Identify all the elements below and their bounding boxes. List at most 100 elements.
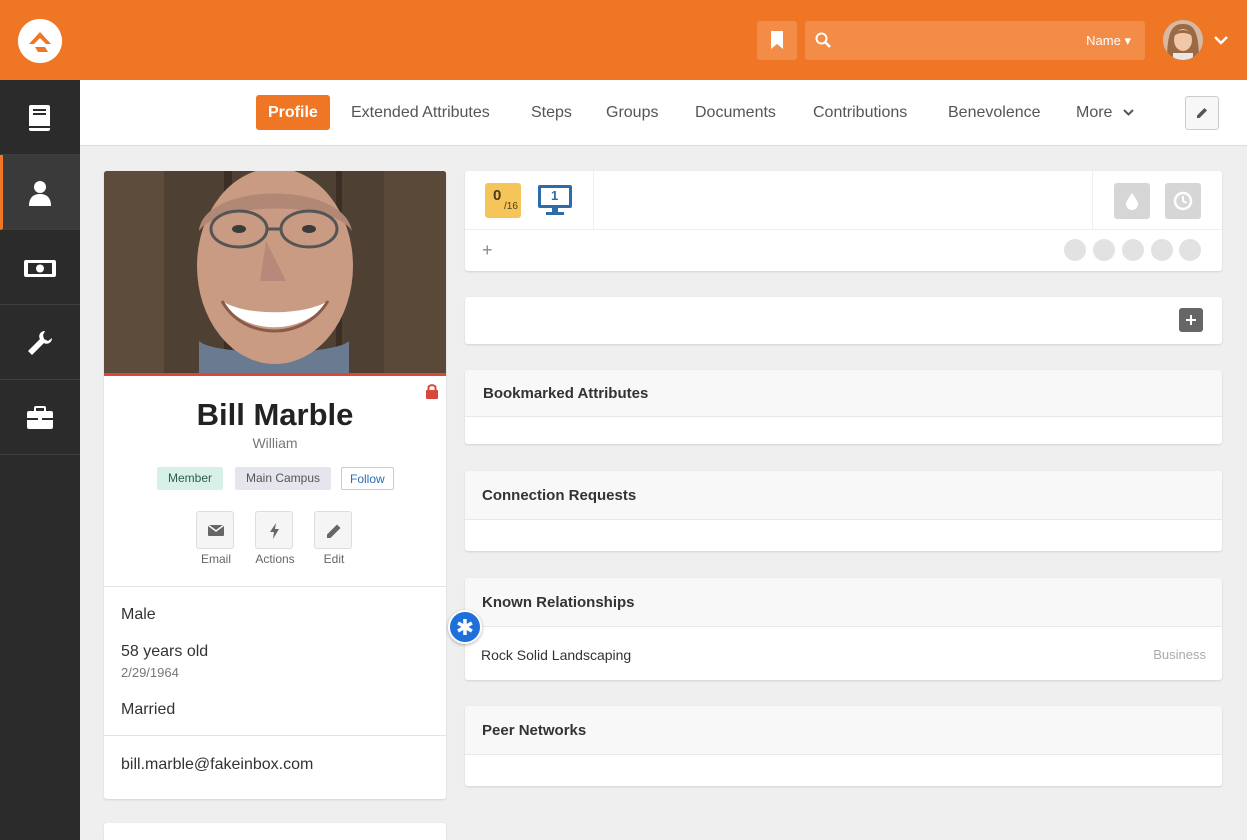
bookmark-icon	[771, 31, 783, 49]
panel-title: Bookmarked Attributes	[483, 385, 649, 402]
search-filter-dropdown[interactable]: Name ▾	[1086, 33, 1131, 49]
divider	[593, 171, 594, 230]
person-profile-card: Bill Marble William Member Main Campus F…	[104, 171, 446, 799]
panel-header: Peer Networks	[465, 706, 1222, 755]
email-action[interactable]: Email	[196, 511, 236, 566]
monitor-count: 1	[551, 188, 559, 203]
bookmarked-attributes-panel: Bookmarked Attributes	[465, 370, 1222, 444]
bolt-icon	[270, 523, 279, 539]
tab-benevolence[interactable]: Benevolence	[936, 95, 1053, 130]
panel-title: Connection Requests	[482, 487, 637, 504]
book-icon	[29, 105, 50, 131]
baptism-badge[interactable]	[1114, 183, 1150, 219]
wrench-icon	[28, 331, 52, 355]
email-address-link[interactable]: bill.marble@fakeinbox.com	[121, 756, 313, 774]
money-icon	[24, 260, 56, 277]
envelope-icon	[207, 524, 225, 536]
chevron-down-icon	[1123, 109, 1134, 117]
panel-header: Connection Requests	[465, 471, 1222, 520]
water-drop-icon	[1126, 193, 1138, 210]
history-badge[interactable]	[1165, 183, 1201, 219]
search-icon	[815, 32, 831, 48]
edit-action[interactable]: Edit	[314, 511, 354, 566]
tab-profile[interactable]: Profile	[256, 95, 330, 130]
rock-logo-icon[interactable]	[18, 19, 62, 63]
add-note-button[interactable]	[1179, 308, 1203, 332]
clock-icon	[1173, 191, 1193, 211]
person-icon	[29, 181, 51, 206]
peer-networks-panel: Peer Networks	[465, 706, 1222, 786]
notes-card	[465, 297, 1222, 344]
panel-header: Known Relationships	[465, 578, 1222, 627]
age-value: 58 years old	[121, 643, 209, 660]
sidebar-item-people[interactable]	[0, 155, 80, 230]
tab-more[interactable]: More	[1064, 95, 1146, 130]
badge-bar-top: 0 /16 1	[465, 171, 1222, 230]
tab-groups[interactable]: Groups	[594, 95, 670, 130]
chart-icon[interactable]	[1151, 239, 1173, 261]
known-relationships-panel: Known Relationships Rock Solid Landscapi…	[465, 578, 1222, 680]
score-total: /16	[504, 201, 518, 212]
asterisk-action-button[interactable]: ✱	[448, 610, 482, 644]
bookmark-button[interactable]	[757, 21, 797, 60]
gender-value: Male	[121, 606, 156, 623]
search-filter-label: Name	[1086, 33, 1121, 48]
panel-header: Bookmarked Attributes	[465, 370, 1222, 417]
connection-status-badge: Member	[157, 467, 224, 490]
asterisk-icon: ✱	[455, 615, 475, 640]
search-box: Name ▾	[805, 21, 1145, 60]
tab-documents[interactable]: Documents	[683, 95, 788, 130]
divider	[104, 735, 446, 736]
badge-bar: 0 /16 1 +	[465, 171, 1222, 271]
sidebar-item-finance[interactable]	[0, 230, 80, 305]
pencil-icon	[1197, 108, 1207, 118]
edit-page-button[interactable]	[1185, 96, 1219, 130]
sidebar-item-admin[interactable]	[0, 380, 80, 455]
score-value: 0	[493, 187, 502, 204]
chat-icon[interactable]	[1122, 239, 1144, 261]
sidebar-item-tools[interactable]	[0, 305, 80, 380]
person-tabs: Profile Extended Attributes Steps Groups…	[80, 80, 1247, 146]
tab-more-label: More	[1076, 104, 1113, 121]
handshake-icon[interactable]	[1064, 239, 1086, 261]
toolbox-icon[interactable]	[1093, 239, 1115, 261]
add-badge-button[interactable]: +	[482, 240, 493, 261]
edit-person-button[interactable]	[314, 511, 352, 549]
plus-icon	[1186, 315, 1196, 325]
edit-action-label: Edit	[323, 552, 345, 566]
tab-contributions[interactable]: Contributions	[801, 95, 919, 130]
relationship-role: Business	[1153, 647, 1206, 662]
briefcase-icon	[27, 406, 53, 429]
campus-badge: Main Campus	[235, 467, 332, 490]
tab-extended-attributes[interactable]: Extended Attributes	[339, 95, 502, 130]
key-icon[interactable]	[1179, 239, 1201, 261]
caret-down-icon: ▾	[1124, 33, 1131, 48]
person-photo	[104, 171, 446, 376]
actions-action[interactable]: Actions	[255, 511, 295, 566]
sidebar-item-book[interactable]	[0, 80, 80, 155]
divider	[1092, 171, 1093, 230]
tab-steps[interactable]: Steps	[519, 95, 584, 130]
connection-requests-panel: Connection Requests	[465, 471, 1222, 551]
divider	[104, 586, 446, 587]
steps-score-badge[interactable]: 0 /16	[485, 183, 521, 218]
panel-title: Peer Networks	[482, 722, 587, 739]
pencil-icon	[327, 524, 341, 538]
sidebar	[0, 80, 80, 840]
marital-status-value: Married	[121, 701, 176, 718]
top-bar: Name ▾	[0, 0, 1247, 80]
birthdate-value: 2/29/1964	[121, 665, 179, 680]
user-avatar[interactable]	[1163, 20, 1203, 60]
search-input[interactable]	[841, 27, 1061, 54]
email-button[interactable]	[196, 511, 234, 549]
email-action-label: Email	[200, 552, 231, 566]
follow-button[interactable]: Follow	[341, 467, 394, 490]
secondary-card	[104, 823, 446, 840]
actions-button[interactable]	[255, 511, 293, 549]
panel-title: Known Relationships	[482, 594, 635, 611]
person-name: Bill Marble	[196, 397, 354, 432]
chevron-down-icon[interactable]	[1213, 32, 1229, 48]
relationship-name-link[interactable]: Rock Solid Landscaping	[481, 647, 631, 663]
person-nickname: William	[252, 435, 298, 451]
actions-action-label: Actions	[255, 552, 295, 566]
